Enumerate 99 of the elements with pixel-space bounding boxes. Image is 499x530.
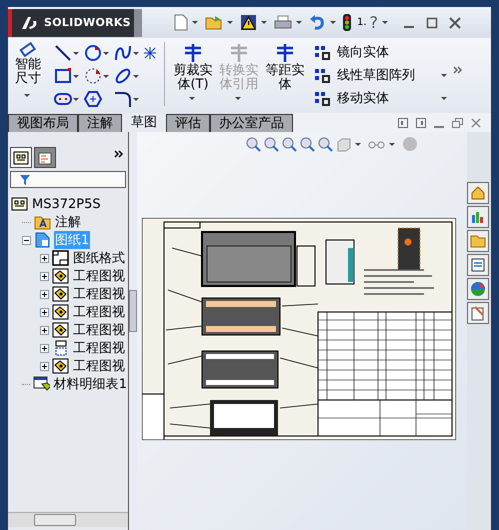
view-tool-icon[interactable] [318, 136, 333, 152]
drawing-view-icon [52, 268, 69, 284]
new-document-icon[interactable] [174, 14, 188, 31]
dropdown-icon[interactable] [296, 21, 302, 24]
expand-toggle-icon[interactable] [40, 344, 49, 352]
tree-item[interactable]: 工程图视 [72, 321, 126, 339]
fillet-tool-icon[interactable] [114, 90, 132, 108]
ribbon-list-button[interactable]: 移动实体 [313, 88, 451, 108]
ribbon-tab[interactable]: 注解 [78, 114, 122, 132]
dropdown-icon[interactable] [261, 21, 267, 24]
tree-item[interactable]: 材料明细表1 [52, 375, 128, 393]
expand-toggle-icon[interactable] [40, 362, 49, 370]
expand-toggle-icon[interactable] [40, 272, 49, 280]
tree-item[interactable]: 工程图视 [72, 303, 126, 321]
dropdown-icon[interactable] [355, 142, 361, 146]
view-tool-icon[interactable] [246, 136, 261, 152]
close-icon[interactable] [449, 16, 462, 28]
traffic-light-icon[interactable] [343, 14, 351, 31]
tree-item[interactable]: 图纸格式 [72, 249, 126, 267]
dropdown-icon[interactable] [133, 74, 139, 78]
sheet-format-icon [52, 250, 69, 266]
logo-text: SOLIDWORKS [44, 16, 131, 29]
line-tool-icon[interactable] [54, 44, 72, 62]
drawing-view-icon [52, 322, 69, 338]
restore-icon[interactable] [452, 118, 463, 128]
ribbon-tab[interactable]: 视图布局 [8, 114, 78, 132]
dropdown-icon[interactable] [227, 21, 233, 24]
expand-toggle-icon[interactable] [40, 254, 49, 262]
tree-item[interactable]: 工程图视 [72, 357, 126, 375]
property-tab[interactable] [34, 147, 56, 168]
point-tool-icon[interactable] [144, 47, 156, 59]
drawing-view-icon [52, 304, 69, 320]
view-tool-icon[interactable] [282, 136, 297, 152]
dropdown-icon[interactable] [103, 52, 109, 54]
feature-tree-icon [13, 150, 29, 164]
tree-item[interactable]: 工程图视 [72, 339, 126, 357]
expand-toggle-icon[interactable] [40, 308, 49, 316]
warning-save-icon[interactable] [240, 14, 257, 31]
arc-tool-icon[interactable] [84, 67, 102, 85]
smart-dimension-button[interactable]: 智能尺寸 [8, 42, 48, 97]
property-sheet-icon [37, 150, 53, 164]
ribbon-tab[interactable]: 办公室产品 [210, 114, 293, 132]
expand-toggle-icon[interactable] [40, 326, 49, 334]
tile-left-icon[interactable] [398, 118, 408, 128]
tree-item[interactable]: 工程图视 [72, 285, 126, 303]
grid-squares-icon [313, 66, 331, 84]
feature-tree-tab[interactable] [10, 147, 32, 168]
folder-icon[interactable] [467, 230, 489, 252]
annotation-folder-icon [34, 214, 51, 230]
dropdown-icon[interactable] [73, 98, 79, 100]
bom-table-icon [32, 376, 50, 392]
ruler-icon [19, 42, 37, 58]
dropdown-icon[interactable] [133, 52, 139, 54]
dropdown-icon[interactable] [192, 21, 198, 24]
expand-toggle-icon[interactable] [40, 290, 49, 298]
polygon-tool-icon[interactable] [84, 90, 102, 108]
maximize-icon[interactable] [426, 16, 438, 28]
printer-icon[interactable] [274, 15, 292, 30]
ribbon-list-button[interactable]: 镜向实体 [313, 42, 451, 62]
tree-item[interactable]: 注解 [54, 213, 82, 231]
home-icon[interactable] [467, 182, 489, 204]
ribbon-button[interactable]: 等距实体 [263, 42, 307, 92]
panel-collapse-handle[interactable] [129, 290, 137, 332]
ribbon-tab[interactable]: 评估 [166, 114, 210, 132]
dropdown-icon[interactable] [330, 21, 336, 24]
dropdown-icon[interactable] [73, 52, 79, 54]
slot-tool-icon[interactable] [54, 92, 72, 106]
open-folder-icon[interactable] [205, 15, 223, 30]
dropdown-icon[interactable] [73, 74, 79, 78]
filter-icon [19, 174, 31, 186]
grid-squares-icon [313, 44, 331, 60]
drawing-view-icon [52, 358, 69, 374]
dropdown-icon[interactable] [103, 74, 109, 78]
spline-tool-icon[interactable] [114, 44, 132, 62]
dropdown-icon[interactable] [382, 21, 388, 24]
view-tool-icon[interactable] [300, 136, 315, 152]
filter-field[interactable] [10, 171, 126, 188]
sheet-icon [34, 232, 51, 248]
tree-item[interactable]: 工程图视 [72, 267, 126, 285]
help-label: 1. [357, 17, 367, 28]
undo-icon[interactable] [309, 15, 326, 30]
tree-item[interactable]: MS372P5S [31, 196, 102, 212]
ribbon-list-button[interactable]: 线性草图阵列 [313, 65, 451, 85]
ellipse-tool-icon[interactable] [114, 67, 132, 85]
drawing-view-icon [52, 286, 69, 302]
dropdown-icon[interactable] [389, 142, 395, 146]
drawing-document-icon [11, 197, 28, 211]
horizontal-scrollbar[interactable] [8, 512, 128, 527]
dropdown-icon[interactable] [133, 98, 139, 100]
close-icon[interactable] [471, 118, 481, 128]
ribbon-tab[interactable]: 草图 [122, 113, 166, 132]
grid-squares-icon [313, 90, 331, 106]
collapse-toggle-icon[interactable] [22, 236, 31, 244]
view-tool-icon[interactable] [264, 136, 279, 152]
tile-right-icon[interactable] [416, 118, 426, 128]
help-icon[interactable]: ? [370, 13, 378, 32]
circle-tool-icon[interactable] [84, 44, 102, 62]
rectangle-tool-icon[interactable] [54, 67, 72, 85]
ribbon-button[interactable]: 剪裁实体(T) [171, 42, 215, 100]
